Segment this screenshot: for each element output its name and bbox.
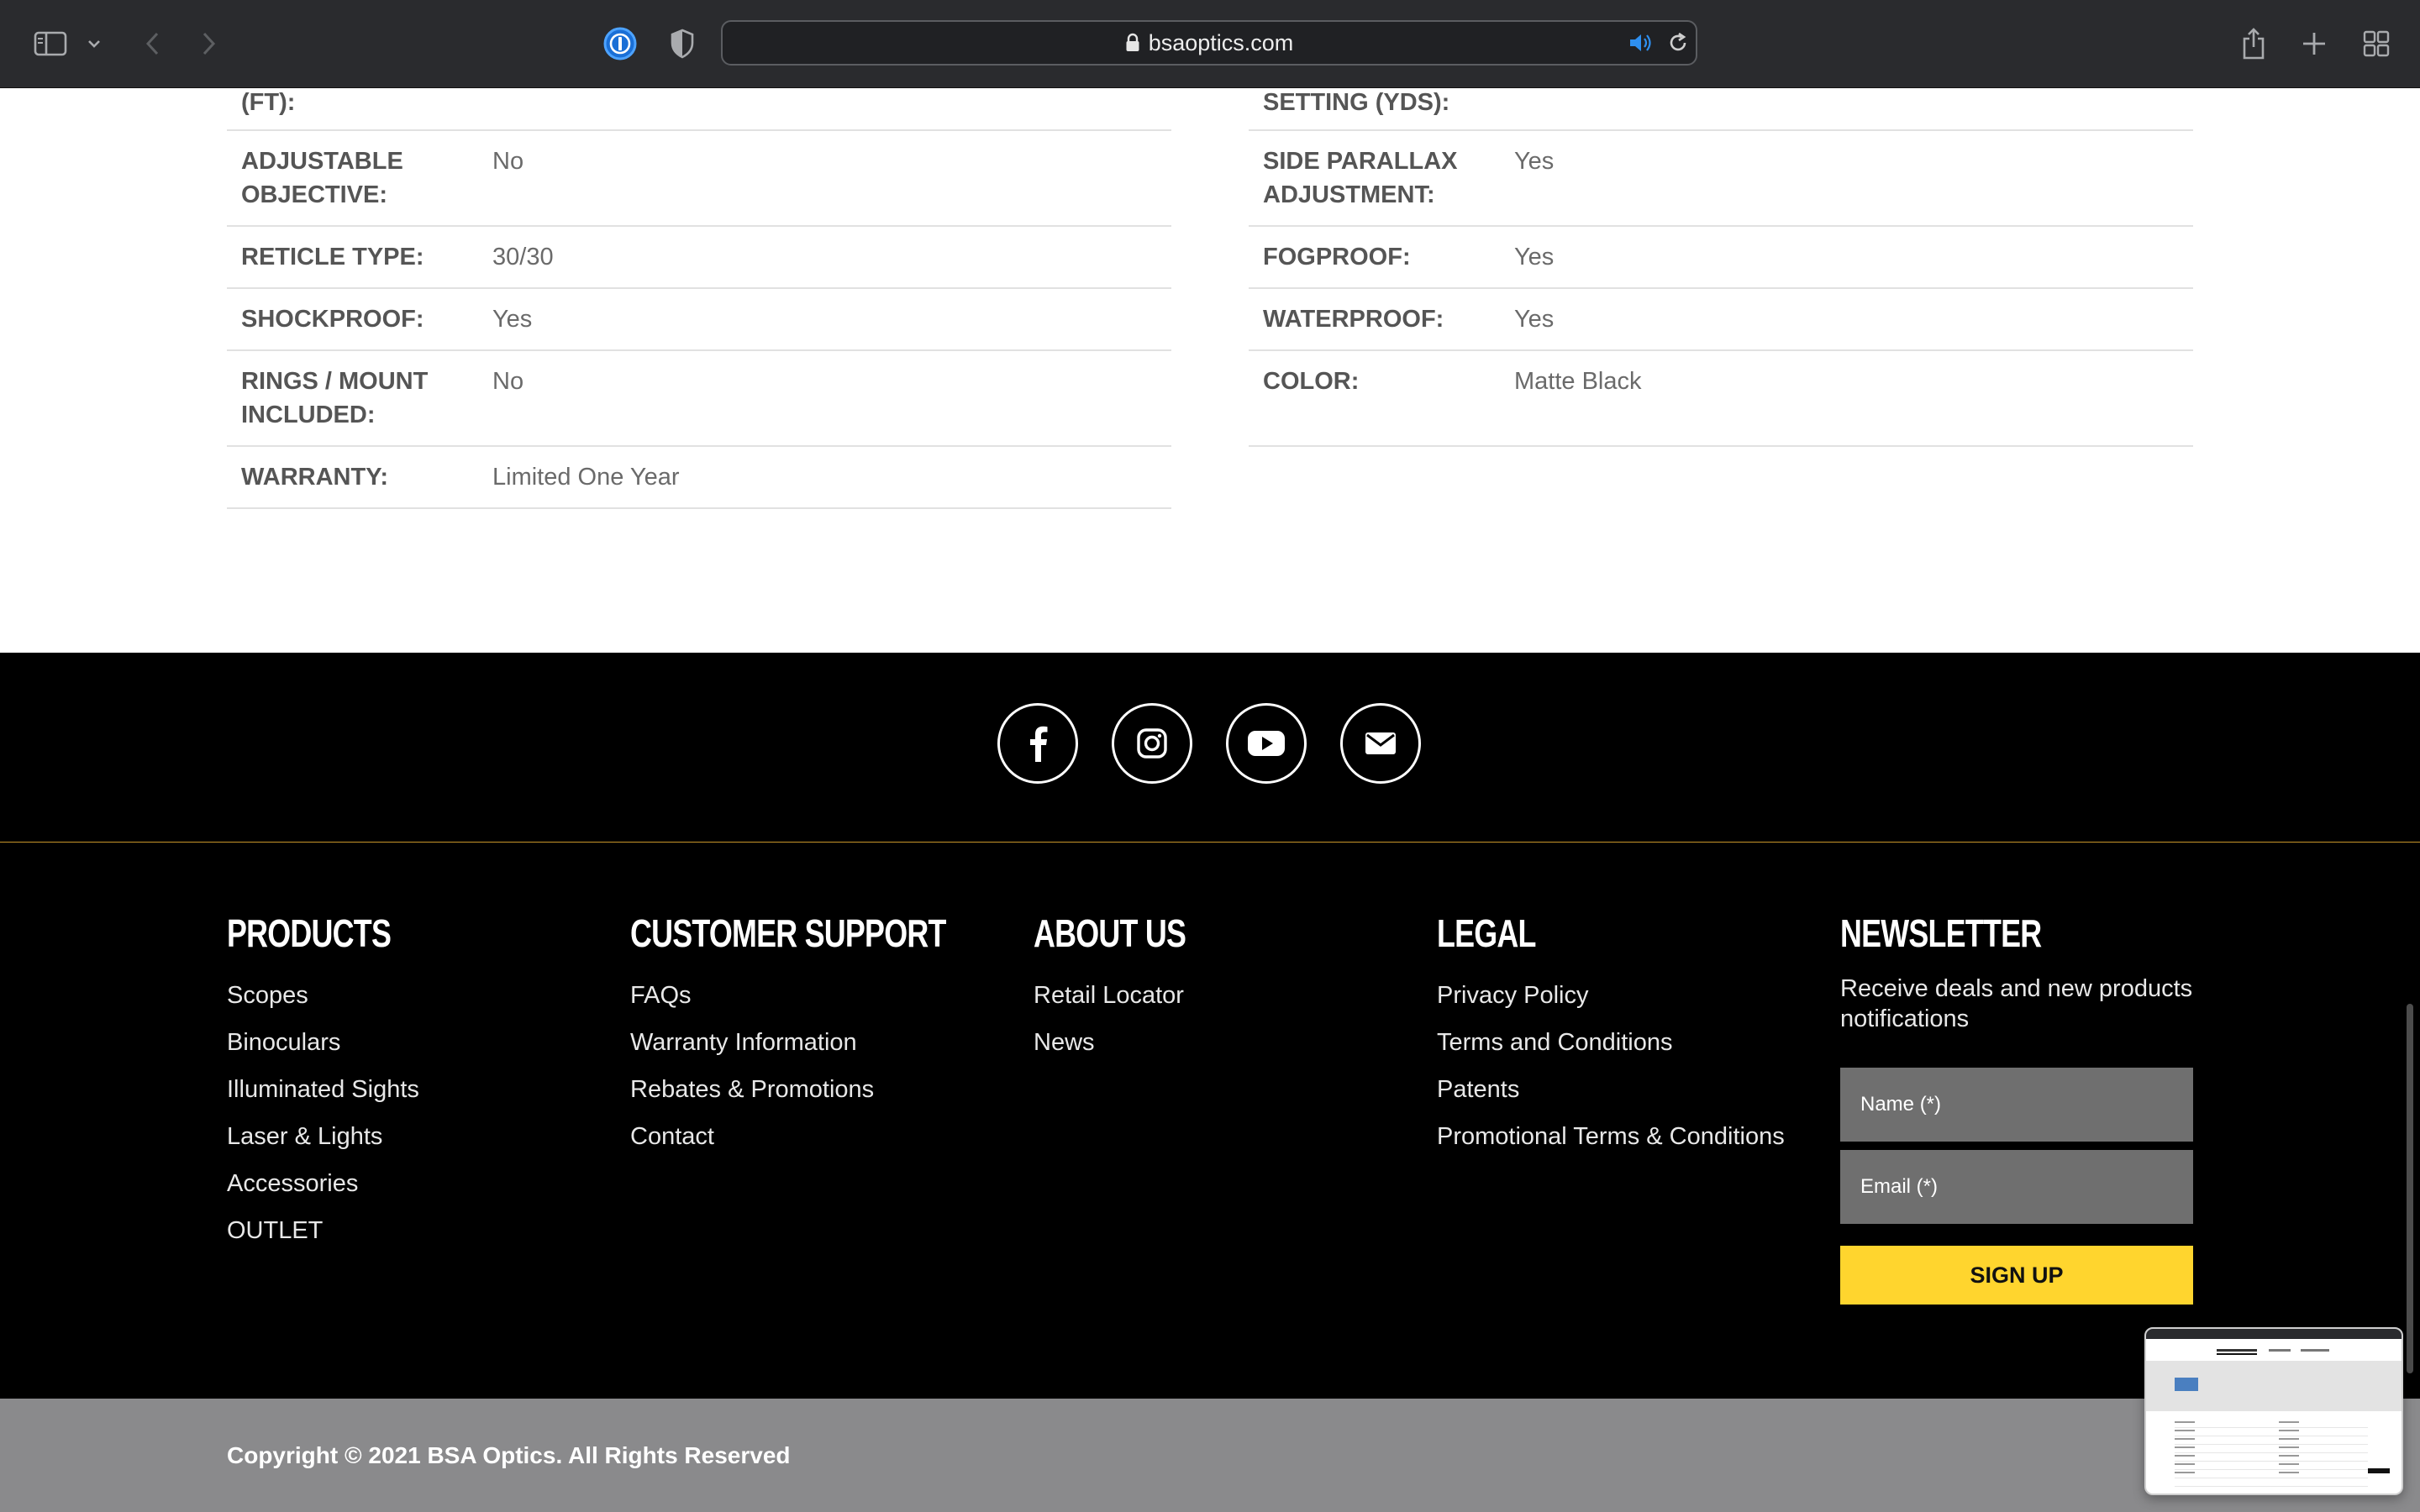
spec-row: FOGPROOF: Yes — [1249, 227, 2193, 289]
spec-label: SHOCKPROOF: — [241, 306, 424, 333]
spec-label: ADJUSTABLE OBJECTIVE: — [241, 148, 403, 208]
share-icon[interactable] — [2237, 25, 2270, 62]
preview-hero — [2146, 1361, 2402, 1411]
privacy-shield-icon[interactable] — [666, 25, 699, 62]
spec-value: Matte Black — [1514, 368, 1642, 395]
new-tab-icon[interactable] — [2297, 25, 2331, 62]
spec-row: RINGS / MOUNT INCLUDED: No — [227, 351, 1171, 447]
spec-label: RETICLE TYPE: — [241, 244, 424, 270]
spec-row: (FT): — [227, 87, 1171, 131]
footer-link-contact[interactable]: Contact — [630, 1123, 714, 1151]
newsletter-text: Receive deals and new products notificat… — [1840, 975, 2193, 1032]
spec-row: COLOR: Matte Black — [1249, 351, 2193, 447]
footer-heading: PRODUCTS — [227, 911, 392, 955]
spec-row: WARRANTY: Limited One Year — [227, 447, 1171, 509]
email-field[interactable]: Email (*) — [1840, 1150, 2193, 1224]
email-button[interactable] — [1340, 703, 1421, 784]
footer-link-warranty[interactable]: Warranty Information — [630, 1029, 857, 1057]
facebook-button[interactable] — [997, 703, 1078, 784]
footer-heading: ABOUT US — [1034, 911, 1186, 955]
spec-value: Yes — [1514, 148, 1555, 175]
spec-table-left: (FT): ADJUSTABLE OBJECTIVE: No RETICLE T… — [227, 87, 1171, 509]
footer-link-rebates[interactable]: Rebates & Promotions — [630, 1076, 874, 1104]
footer-col-legal: LEGAL Privacy Policy Terms and Condition… — [1437, 910, 1807, 1179]
footer-col-about: ABOUT US Retail Locator News — [1034, 910, 1403, 1078]
spec-row: SIDE PARALLAX ADJUSTMENT: Yes — [1249, 131, 2193, 227]
footer-link-binoculars[interactable]: Binoculars — [227, 1029, 340, 1057]
spec-value: No — [492, 368, 524, 395]
spec-label: FOGPROOF: — [1263, 244, 1411, 270]
spec-row: RETICLE TYPE: 30/30 — [227, 227, 1171, 289]
url-text: bsaoptics.com — [1148, 29, 1294, 55]
spec-label: (FT): — [241, 89, 296, 116]
spec-label: SIDE PARALLAX ADJUSTMENT: — [1263, 148, 1458, 208]
footer-link-terms[interactable]: Terms and Conditions — [1437, 1029, 1672, 1057]
chevron-down-icon[interactable] — [84, 25, 104, 62]
page-preview-thumbnail[interactable] — [2144, 1327, 2403, 1495]
footer-link-accessories[interactable]: Accessories — [227, 1170, 358, 1198]
spec-value: No — [492, 148, 524, 175]
footer-link-patents[interactable]: Patents — [1437, 1076, 1519, 1104]
footer-link-retail-locator[interactable]: Retail Locator — [1034, 982, 1184, 1010]
spec-label: WATERPROOF: — [1263, 306, 1444, 333]
footer-link-illuminated-sights[interactable]: Illuminated Sights — [227, 1076, 419, 1104]
spec-label: WARRANTY: — [241, 464, 389, 491]
email-icon — [1365, 732, 1396, 754]
preview-table — [2175, 1420, 2368, 1487]
spec-table-right: SETTING (YDS): SIDE PARALLAX ADJUSTMENT:… — [1249, 87, 2193, 447]
footer-link-laser-lights[interactable]: Laser & Lights — [227, 1123, 382, 1151]
spec-row: ADJUSTABLE OBJECTIVE: No — [227, 131, 1171, 227]
youtube-icon — [1248, 731, 1285, 756]
footer-link-news[interactable]: News — [1034, 1029, 1095, 1057]
footer-link-promo-terms[interactable]: Promotional Terms & Conditions — [1437, 1123, 1785, 1151]
footer-heading: NEWSLETTER — [1840, 911, 2042, 955]
footer-col-products: PRODUCTS Scopes Binoculars Illuminated S… — [227, 910, 597, 1263]
footer-link-faqs[interactable]: FAQs — [630, 982, 692, 1010]
instagram-button[interactable] — [1112, 703, 1192, 784]
footer-link-privacy[interactable]: Privacy Policy — [1437, 982, 1589, 1010]
browser-toolbar: bsaoptics.com — [0, 0, 2420, 88]
name-field[interactable]: Name (*) — [1840, 1068, 2193, 1142]
spec-row: WATERPROOF: Yes — [1249, 289, 2193, 351]
spec-value: Yes — [1514, 244, 1555, 270]
spec-label: COLOR: — [1263, 368, 1360, 395]
spec-row: SHOCKPROOF: Yes — [227, 289, 1171, 351]
speaker-icon[interactable] — [1628, 32, 1654, 58]
tab-overview-icon[interactable] — [2360, 25, 2393, 62]
spec-value: Yes — [1514, 306, 1555, 333]
preview-tabs — [2146, 1339, 2402, 1362]
lock-icon — [1126, 33, 1139, 51]
back-icon[interactable] — [139, 25, 165, 62]
footer-link-scopes[interactable]: Scopes — [227, 982, 308, 1010]
reload-icon[interactable] — [1667, 32, 1689, 58]
footer-col-support: CUSTOMER SUPPORT FAQs Warranty Informati… — [630, 910, 1000, 1179]
footer-link-outlet[interactable]: OUTLET — [227, 1217, 323, 1245]
footer-heading: CUSTOMER SUPPORT — [630, 911, 946, 955]
spec-value: Yes — [492, 306, 533, 333]
forward-icon[interactable] — [197, 25, 222, 62]
sign-up-button[interactable]: SIGN UP — [1840, 1246, 2193, 1305]
spec-label: RINGS / MOUNT INCLUDED: — [241, 368, 429, 428]
site-footer: PRODUCTS Scopes Binoculars Illuminated S… — [0, 843, 2420, 1399]
copyright-text: Copyright © 2021 BSA Optics. All Rights … — [227, 1442, 791, 1468]
scrollbar[interactable] — [2407, 1004, 2413, 1373]
address-bar[interactable]: bsaoptics.com — [721, 20, 1697, 66]
spec-row: SETTING (YDS): — [1249, 87, 2193, 131]
spec-value: 30/30 — [492, 244, 554, 270]
spec-label: SETTING (YDS): — [1263, 89, 1450, 116]
copyright-bar: Copyright © 2021 BSA Optics. All Rights … — [0, 1399, 2420, 1512]
preview-toolbar — [2146, 1329, 2402, 1339]
youtube-button[interactable] — [1226, 703, 1307, 784]
footer-col-newsletter: NEWSLETTER Receive deals and new product… — [1840, 910, 2202, 1380]
spec-value: Limited One Year — [492, 464, 680, 491]
footer-heading: LEGAL — [1437, 911, 1536, 955]
instagram-icon — [1137, 728, 1167, 759]
social-bar — [0, 653, 2420, 843]
sidebar-icon[interactable] — [32, 25, 69, 62]
password-manager-icon[interactable] — [602, 25, 639, 62]
facebook-icon — [1030, 726, 1048, 762]
